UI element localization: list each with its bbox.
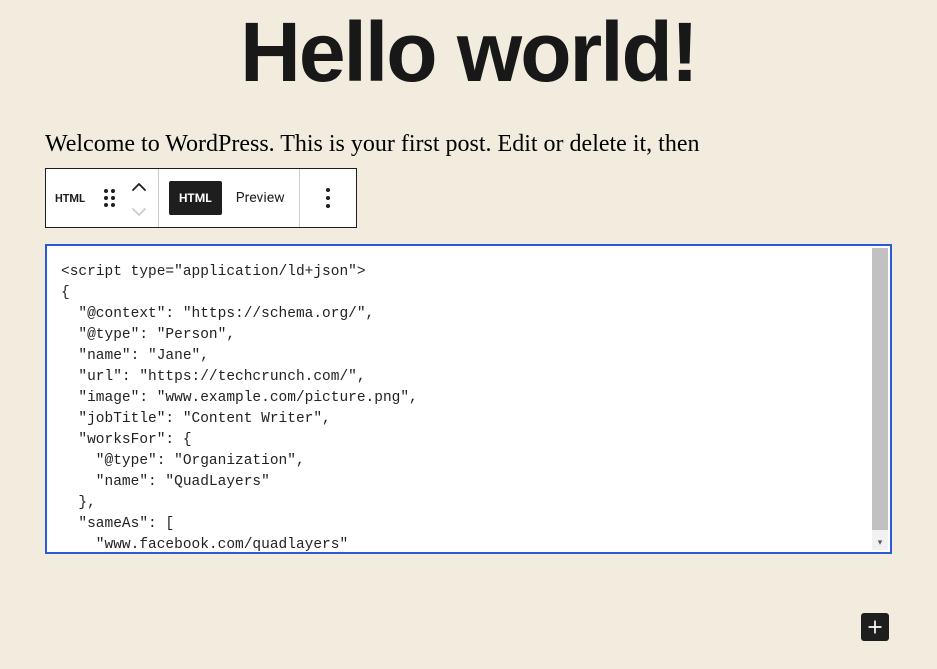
- scroll-down-arrow[interactable]: ▾: [872, 538, 888, 548]
- page-title: Hello world!: [45, 10, 892, 94]
- chevron-down-icon: [132, 208, 146, 216]
- toolbar-section-view: HTML Preview: [159, 169, 300, 227]
- add-block-button[interactable]: [861, 613, 889, 641]
- code-block-container: <script type="application/ld+json"> { "@…: [45, 244, 892, 554]
- plus-icon: [865, 617, 885, 637]
- kebab-icon: [326, 188, 330, 208]
- block-type-button[interactable]: HTML: [46, 170, 94, 226]
- block-toolbar: HTML HTML Preview: [45, 168, 357, 228]
- drag-icon: [104, 189, 115, 207]
- code-editor[interactable]: <script type="application/ld+json"> { "@…: [47, 246, 890, 552]
- move-down-button[interactable]: [132, 201, 146, 220]
- move-up-button[interactable]: [132, 176, 146, 195]
- intro-paragraph[interactable]: Welcome to WordPress. This is your first…: [45, 129, 892, 160]
- scrollbar-thumb[interactable]: [872, 248, 888, 530]
- scrollbar-track[interactable]: ▾: [872, 248, 888, 550]
- toolbar-section-block: HTML: [46, 169, 159, 227]
- move-arrows: [124, 170, 158, 226]
- chevron-up-icon: [132, 183, 146, 191]
- drag-handle[interactable]: [94, 170, 124, 226]
- toolbar-section-more: [300, 169, 356, 227]
- tab-html[interactable]: HTML: [169, 181, 222, 215]
- tab-preview[interactable]: Preview: [222, 180, 299, 216]
- more-options-button[interactable]: [300, 170, 356, 226]
